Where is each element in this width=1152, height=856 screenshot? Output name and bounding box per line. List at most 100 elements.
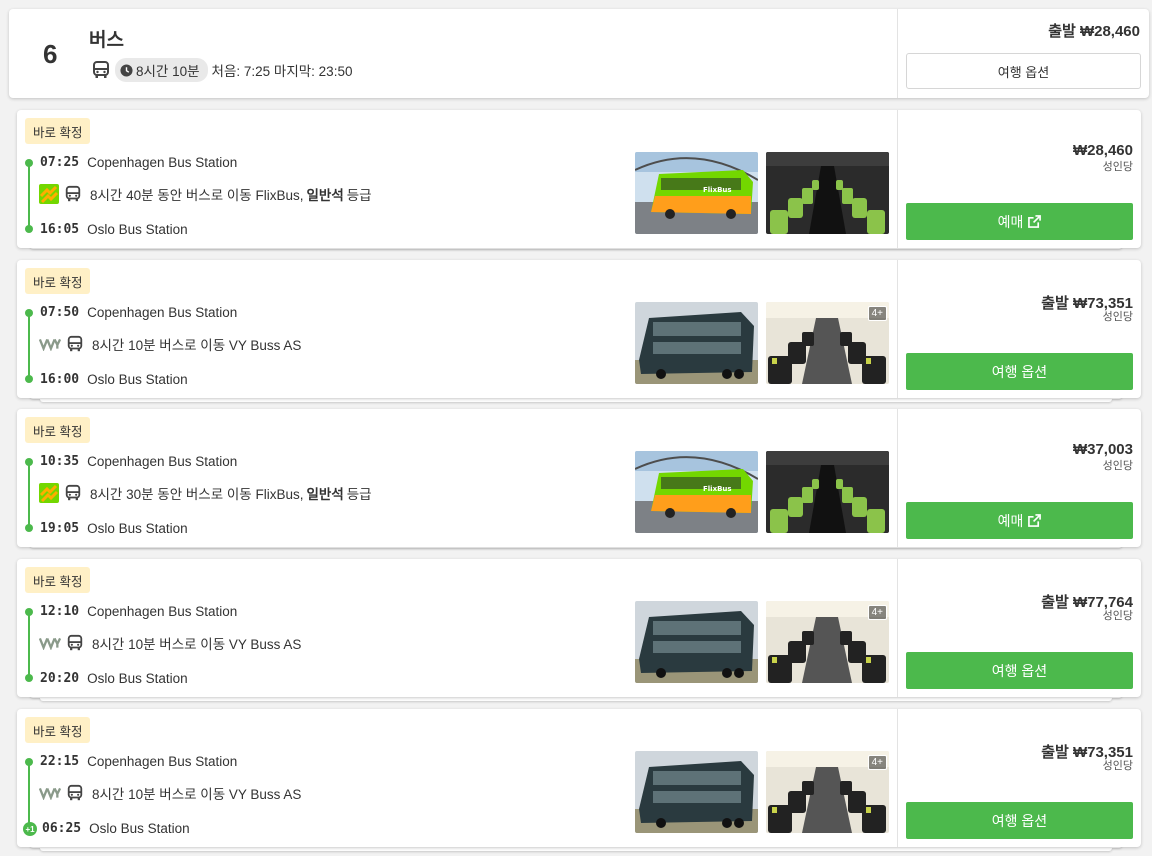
instant-confirm-badge: 바로 확정 [25,567,91,593]
divider [897,709,898,847]
timeline-dot [25,674,33,682]
segment-summary: 8시간 40분 동안 버스로 이동 FlixBus, 일반석 등급 [39,184,372,204]
clock-icon [120,63,133,77]
result-count: 6 [43,39,58,69]
segment-summary: 8시간 30분 동안 버스로 이동 FlixBus, 일반석 등급 [39,483,372,503]
first-last-times: 처음: 7:25 마지막: 23:50 [211,64,353,79]
price: ₩37,003 [1072,441,1133,458]
more-photos-count[interactable]: 4+ [867,605,887,620]
result-row[interactable]: 바로 확정 12:10 Copenhagen Bus Station 8시간 1… [17,559,1141,697]
timeline-dot [25,458,33,466]
bus-interior-photo[interactable]: 4+ [766,751,889,833]
arrival-station: Oslo Bus Station [87,521,188,536]
instant-confirm-badge: 바로 확정 [25,717,91,743]
summary-suffix: 등급 [346,188,372,203]
arrival-time: 20:20 [40,671,80,686]
bus-icon [64,185,82,203]
bus-icon [66,335,84,353]
summary-text: 8시간 10분 버스로 이동 VY Buss AS [92,338,302,353]
departure-line: 10:35 Copenhagen Bus Station [40,454,237,469]
travel-options-button[interactable]: 여행 옵션 [906,802,1133,839]
departure-time: 07:25 [40,155,80,170]
departure-station: Copenhagen Bus Station [87,604,238,619]
result-row[interactable]: 바로 확정 +1 22:15 Copenhagen Bus Station 8시… [17,709,1141,847]
divider [897,260,898,398]
timeline-dot [25,159,33,167]
timeline-line [28,462,30,528]
summary-text: 8시간 30분 동안 버스로 이동 FlixBus, [90,487,304,502]
timeline-dot [25,608,33,616]
arrival-line: 06:25 Oslo Bus Station [42,821,190,836]
book-button-label: 예매 [997,213,1024,230]
arrival-station: Oslo Bus Station [87,372,188,387]
card-stack-edge [40,399,1112,402]
price: ₩28,460 [1072,142,1133,159]
departure-time: 22:15 [40,754,80,769]
summary-meta: 8시간 10분 처음: 7:25 마지막: 23:50 [91,58,352,82]
departure-time: 10:35 [40,454,80,469]
arrival-line: 16:05 Oslo Bus Station [40,222,188,237]
departure-line: 12:10 Copenhagen Bus Station [40,604,237,619]
bus-exterior-photo[interactable] [635,751,758,833]
more-photos-count[interactable]: 4+ [867,755,887,770]
instant-confirm-badge: 바로 확정 [25,268,91,294]
timeline-dot [25,225,33,233]
travel-options-button[interactable]: 여행 옵션 [906,353,1133,390]
price-per-adult: 성인당 [1102,760,1133,772]
departure-time: 07:50 [40,305,80,320]
travel-options-button[interactable]: 여행 옵션 [906,53,1141,89]
summary-text: 8시간 10분 버스로 이동 VY Buss AS [92,637,302,652]
timeline-dot [25,524,33,532]
result-row[interactable]: 바로 확정 07:25 Copenhagen Bus Station 8시간 4… [17,110,1141,248]
bus-icon [91,60,111,80]
departure-time: 12:10 [40,604,80,619]
timeline-dot [25,758,33,766]
bus-icon [66,634,84,652]
segment-summary: 8시간 10분 버스로 이동 VY Buss AS [39,783,301,803]
result-row[interactable]: 바로 확정 10:35 Copenhagen Bus Station 8시간 3… [17,409,1141,547]
arrival-line: 16:00 Oslo Bus Station [40,372,188,387]
arrival-station: Oslo Bus Station [87,671,188,686]
timeline-line [28,163,30,229]
summary-suffix: 등급 [346,487,372,502]
card-stack-edge [40,698,1112,701]
flixbus-logo-icon [39,184,59,204]
transport-mode-title: 버스 [89,30,124,51]
segment-summary: 8시간 10분 버스로 이동 VY Buss AS [39,334,301,354]
book-button[interactable]: 예매 [906,203,1133,240]
bus-interior-photo[interactable]: 4+ [766,601,889,683]
arrival-line: 20:20 Oslo Bus Station [40,671,188,686]
bus-exterior-photo[interactable] [635,451,758,533]
bus-exterior-photo[interactable] [635,601,758,683]
arrival-time: 06:25 [42,821,82,836]
arrival-time: 16:05 [40,222,80,237]
book-button[interactable]: 예매 [906,502,1133,539]
departure-line: 07:25 Copenhagen Bus Station [40,155,237,170]
summary-text: 8시간 10분 버스로 이동 VY Buss AS [92,787,302,802]
timeline-line [28,762,30,828]
price-per-adult: 성인당 [1102,460,1133,472]
timeline-line [28,313,30,379]
divider [897,559,898,697]
travel-options-label: 여행 옵션 [991,662,1048,679]
divider [897,9,898,98]
next-day-indicator: +1 [23,822,37,836]
travel-options-label: 여행 옵션 [991,363,1048,380]
departure-station: Copenhagen Bus Station [87,305,238,320]
travel-options-button[interactable]: 여행 옵션 [906,652,1133,689]
fare-class: 일반석 [306,188,344,203]
result-row[interactable]: 바로 확정 07:50 Copenhagen Bus Station 8시간 1… [17,260,1141,398]
duration-pill: 8시간 10분 [115,58,208,82]
vy-logo-icon [39,786,61,800]
vy-logo-icon [39,337,61,351]
timeline-dot [25,375,33,383]
arrival-station: Oslo Bus Station [87,222,188,237]
bus-exterior-photo[interactable] [635,152,758,234]
bus-interior-photo[interactable]: 4+ [766,302,889,384]
departure-line: 07:50 Copenhagen Bus Station [40,305,237,320]
bus-interior-photo[interactable] [766,451,889,533]
bus-interior-photo[interactable] [766,152,889,234]
bus-exterior-photo[interactable] [635,302,758,384]
more-photos-count[interactable]: 4+ [867,306,887,321]
summary-text: 8시간 40분 동안 버스로 이동 FlixBus, [90,188,304,203]
